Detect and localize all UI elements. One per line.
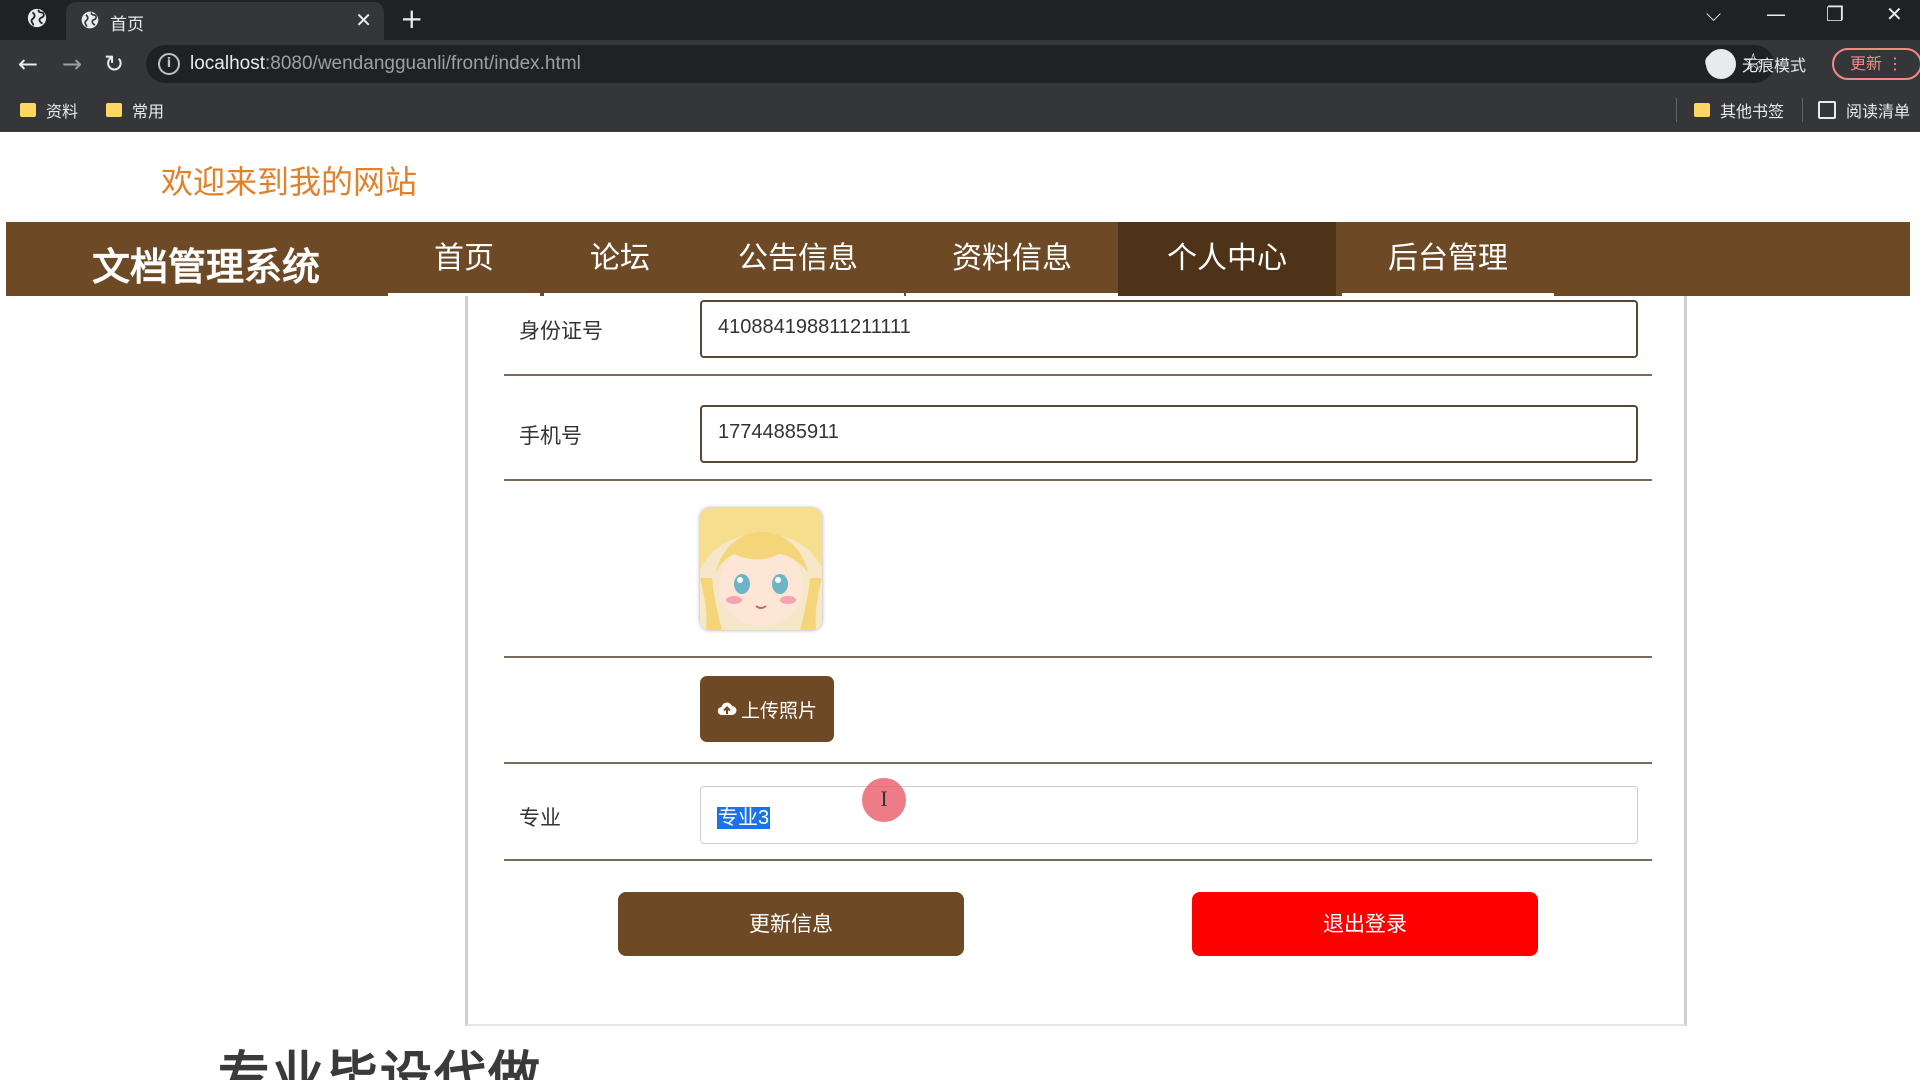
nav-home[interactable]: 首页	[388, 222, 540, 296]
back-icon[interactable]: ←	[12, 48, 44, 80]
folder-icon	[1694, 103, 1710, 117]
incognito-icon	[1706, 49, 1736, 79]
nav-personal-center[interactable]: 个人中心	[1118, 222, 1336, 296]
row-divider	[504, 762, 1652, 764]
logout-button[interactable]: 退出登录	[1192, 892, 1538, 956]
browser-tabbar: 首页 ✕ + ⌵ — ❐ ✕	[0, 0, 1920, 40]
major-input-value: 专业3	[717, 807, 771, 829]
minimize-icon[interactable]: —	[1766, 2, 1786, 26]
bookmark-folder-changyong[interactable]: 常用	[106, 98, 164, 122]
bookmark-separator	[1676, 98, 1677, 122]
window-close-icon[interactable]: ✕	[1886, 2, 1903, 26]
row-divider	[504, 374, 1652, 376]
nav-notices[interactable]: 公告信息	[692, 222, 904, 296]
other-bookmarks[interactable]: 其他书签	[1694, 98, 1784, 122]
nav-forum[interactable]: 论坛	[544, 222, 696, 296]
site-info-icon[interactable]: i	[158, 53, 180, 75]
nav-documents[interactable]: 资料信息	[906, 222, 1118, 296]
globe-icon[interactable]	[26, 7, 48, 29]
major-label: 专业	[519, 806, 561, 830]
tab-search-icon[interactable]: ⌵	[1706, 2, 1721, 26]
browser-update-button[interactable]: 更新 ⋮	[1832, 48, 1920, 80]
main-navbar: 文档管理系统 首页 论坛 公告信息 资料信息 个人中心 后台管理	[6, 222, 1910, 296]
globe-icon	[81, 11, 99, 29]
new-tab-button[interactable]: +	[400, 2, 423, 35]
browser-tab[interactable]: 首页 ✕	[66, 2, 384, 40]
bookmark-separator	[1802, 98, 1803, 122]
watermark-text: 专业毕设代做	[218, 1047, 543, 1080]
welcome-text: 欢迎来到我的网站	[161, 163, 418, 201]
url-text[interactable]: localhost:8080/wendangguanli/front/index…	[190, 53, 581, 75]
row-divider	[504, 656, 1652, 658]
avatar-image	[700, 508, 822, 630]
phone-input[interactable]: 17744885911	[700, 405, 1638, 463]
major-input[interactable]: 专业3	[700, 786, 1638, 844]
reading-list[interactable]: 阅读清单	[1818, 98, 1910, 122]
reading-list-icon	[1818, 101, 1836, 119]
folder-icon	[106, 103, 122, 117]
incognito-label: 无痕模式	[1742, 56, 1807, 75]
bookmarks-bar: 资料 常用 其他书签 阅读清单	[0, 88, 1920, 132]
cloud-upload-icon	[717, 702, 737, 716]
id-number-label: 身份证号	[519, 319, 603, 343]
address-bar[interactable]: i localhost:8080/wendangguanli/front/ind…	[146, 45, 1774, 83]
bookmark-folder-ziliao[interactable]: 资料	[20, 98, 78, 122]
profile-form: 身份证号 410884198811211111 手机号 17744885911	[465, 296, 1687, 1026]
tab-title: 首页	[110, 15, 144, 35]
row-divider	[504, 479, 1652, 481]
row-divider	[504, 859, 1652, 861]
forward-icon[interactable]: →	[56, 48, 88, 80]
incognito-indicator[interactable]: 无痕模式	[1706, 47, 1806, 81]
nav-admin[interactable]: 后台管理	[1342, 222, 1554, 296]
text-cursor-icon: I	[862, 778, 906, 822]
brand-title: 文档管理系统	[92, 245, 321, 289]
id-number-input[interactable]: 410884198811211111	[700, 300, 1638, 358]
phone-label: 手机号	[519, 424, 582, 448]
restore-icon[interactable]: ❐	[1826, 2, 1844, 26]
update-info-button[interactable]: 更新信息	[618, 892, 964, 956]
upload-photo-button[interactable]: 上传照片	[700, 676, 834, 742]
close-tab-icon[interactable]: ✕	[355, 8, 372, 32]
browser-toolbar: ← → ↻ i localhost:8080/wendangguanli/fro…	[0, 40, 1920, 88]
page-content: 欢迎来到我的网站 文档管理系统 首页 论坛 公告信息 资料信息 个人中心 后台管…	[6, 132, 1910, 1080]
reload-icon[interactable]: ↻	[98, 48, 130, 80]
folder-icon	[20, 103, 36, 117]
